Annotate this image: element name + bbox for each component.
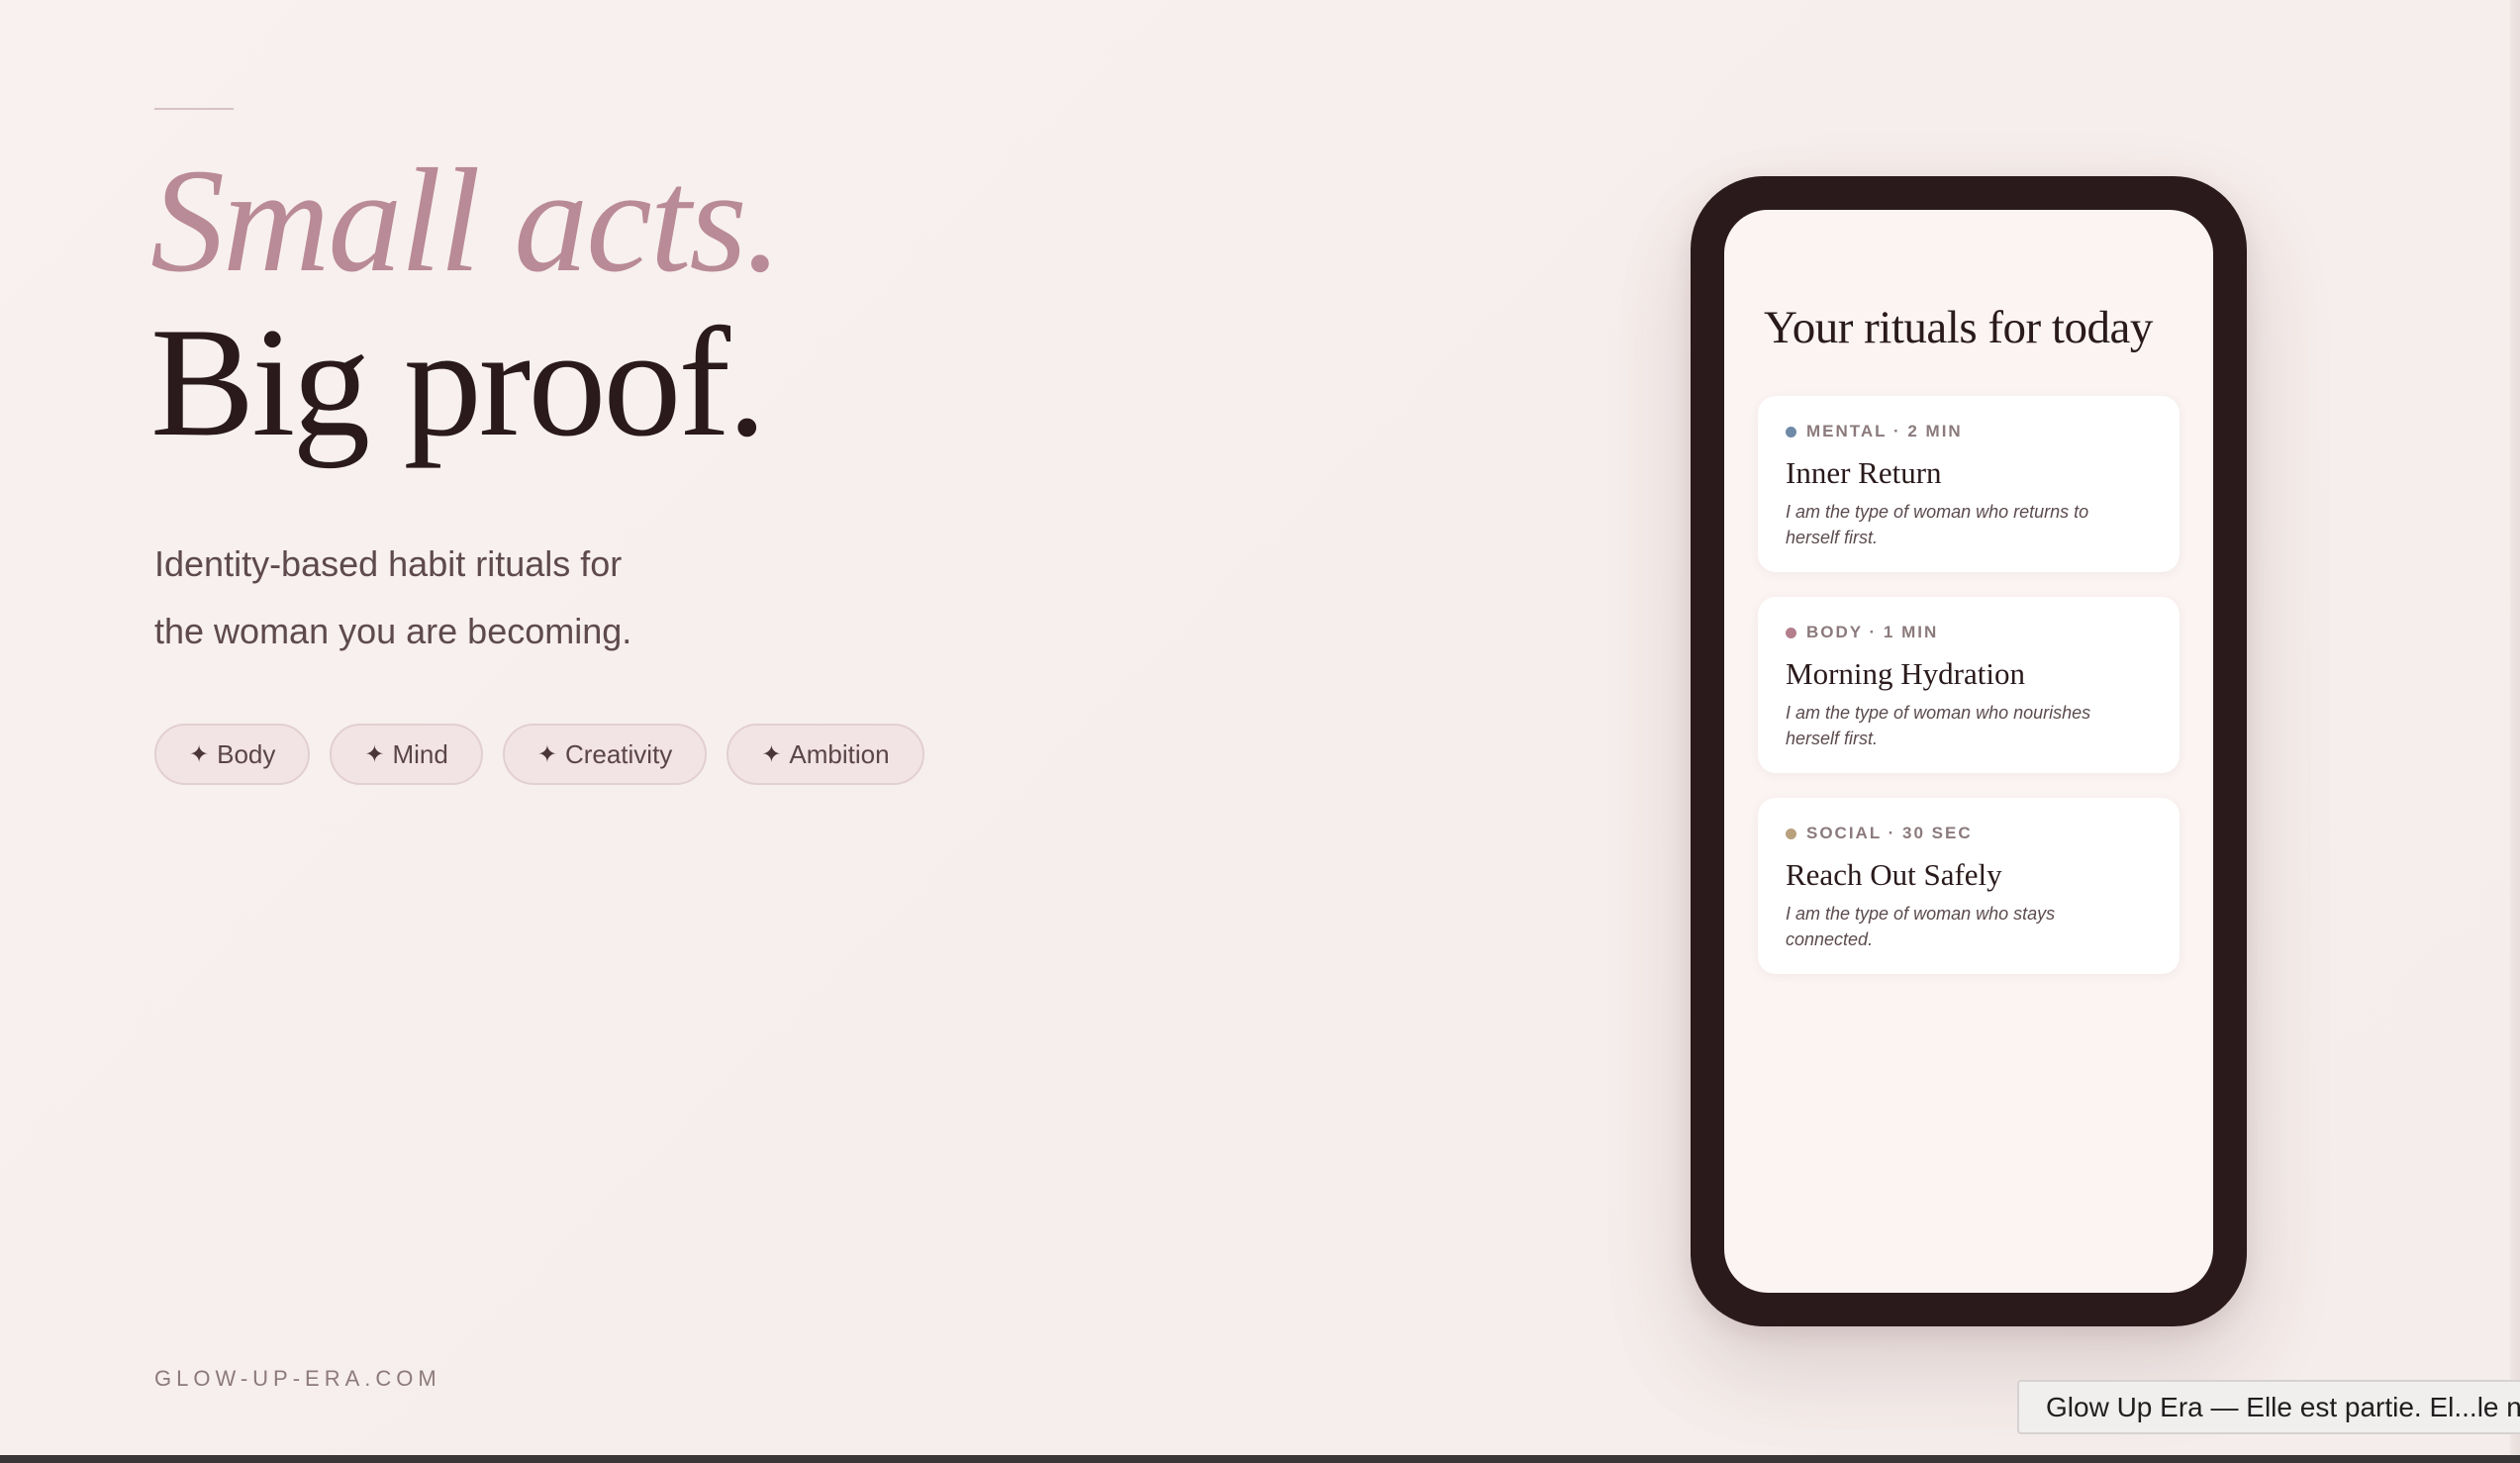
- landing-page: Small acts. Big proof. Identity-based ha…: [0, 0, 2520, 1455]
- tag-body[interactable]: ✦ Body: [154, 724, 311, 785]
- category-dot-icon: [1786, 828, 1796, 839]
- ritual-meta: SOCIAL · 30 SEC: [1786, 824, 2152, 843]
- ritual-category: BODY · 1 MIN: [1806, 623, 1939, 641]
- ritual-card-inner-return[interactable]: MENTAL · 2 MIN Inner Return I am the typ…: [1758, 396, 2180, 572]
- hero-subtitle: Identity-based habit rituals for the wom…: [154, 531, 847, 665]
- ritual-category: MENTAL · 2 MIN: [1806, 422, 1963, 440]
- ritual-meta: MENTAL · 2 MIN: [1786, 422, 2152, 441]
- tag-label: Mind: [392, 738, 448, 769]
- decorative-rule: [154, 108, 234, 110]
- site-url: GLOW-UP-ERA.COM: [154, 1366, 441, 1391]
- ritual-affirmation: I am the type of woman who stays connect…: [1786, 904, 2056, 949]
- ritual-card-reach-out-safely[interactable]: SOCIAL · 30 SEC Reach Out Safely I am th…: [1758, 798, 2180, 974]
- category-dot-icon: [1786, 426, 1796, 438]
- window-title-tooltip: Glow Up Era — Elle est partie. El...le n: [2017, 1380, 2520, 1434]
- tag-label: Ambition: [789, 738, 890, 769]
- ritual-title: Inner Return: [1786, 455, 1942, 490]
- tag-mind[interactable]: ✦ Mind: [330, 724, 483, 785]
- subtitle-line-1: Identity-based habit rituals for: [154, 543, 623, 584]
- category-tags: ✦ Body ✦ Mind ✦ Creativity ✦ Ambition: [154, 724, 924, 785]
- ritual-list: MENTAL · 2 MIN Inner Return I am the typ…: [1758, 396, 2180, 999]
- window-bottom-edge: [0, 1455, 2520, 1463]
- tag-ambition[interactable]: ✦ Ambition: [727, 724, 924, 785]
- ritual-meta: BODY · 1 MIN: [1786, 623, 2152, 642]
- ritual-category: SOCIAL · 30 SEC: [1806, 824, 1973, 842]
- window-edge: [2510, 0, 2520, 1455]
- tag-label: Body: [217, 738, 276, 769]
- ritual-card-morning-hydration[interactable]: BODY · 1 MIN Morning Hydration I am the …: [1758, 597, 2180, 773]
- subtitle-line-2: the woman you are becoming.: [154, 611, 632, 651]
- headline-main: Big proof.: [150, 296, 767, 469]
- phone-screen: Your rituals for today MENTAL · 2 MIN In…: [1724, 210, 2213, 1293]
- sparkle-icon: ✦: [536, 740, 557, 768]
- rituals-title: Your rituals for today: [1764, 302, 2153, 353]
- ritual-title: Reach Out Safely: [1786, 857, 2002, 892]
- ritual-affirmation: I am the type of woman who returns to he…: [1786, 502, 2089, 547]
- category-dot-icon: [1786, 627, 1796, 638]
- tag-label: Creativity: [564, 738, 673, 769]
- headline-italic: Small acts.: [150, 139, 782, 303]
- sparkle-icon: ✦: [364, 740, 385, 768]
- ritual-title: Morning Hydration: [1786, 656, 2025, 691]
- sparkle-icon: ✦: [761, 740, 782, 768]
- ritual-affirmation: I am the type of woman who nourishes her…: [1786, 703, 2091, 748]
- sparkle-icon: ✦: [189, 740, 210, 768]
- tag-creativity[interactable]: ✦ Creativity: [502, 724, 708, 785]
- phone-mockup: Your rituals for today MENTAL · 2 MIN In…: [1691, 176, 2247, 1326]
